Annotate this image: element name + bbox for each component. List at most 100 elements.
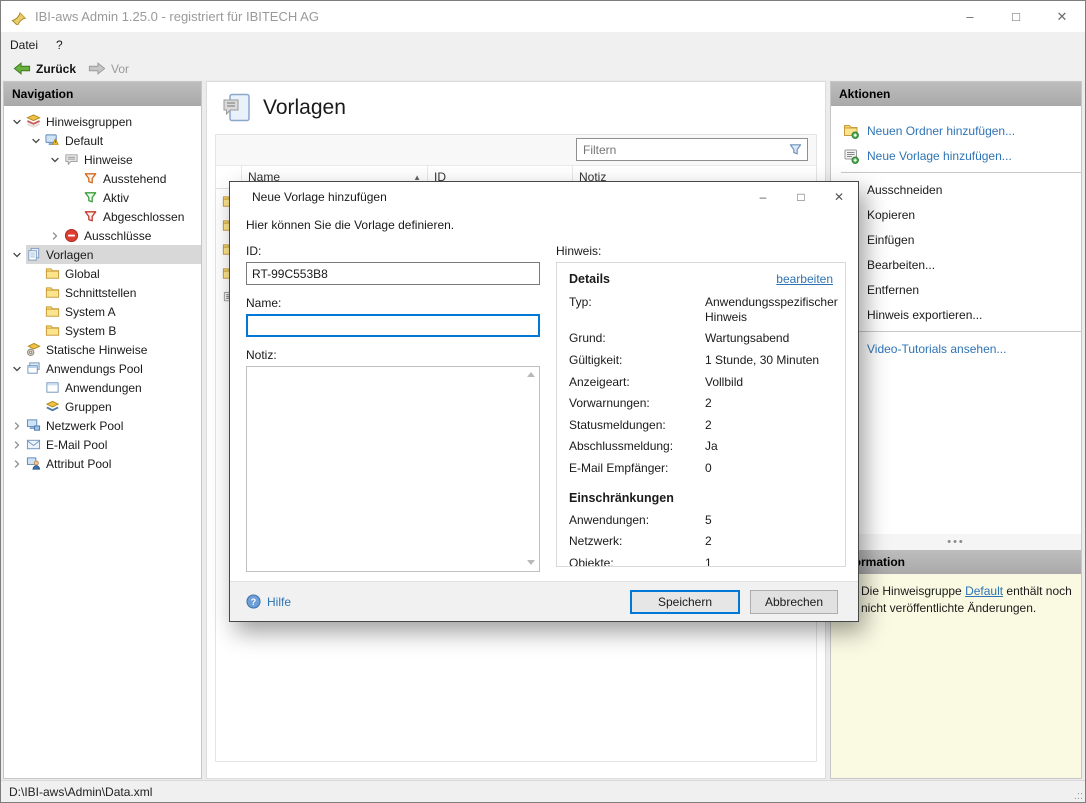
chevron-right-icon[interactable] <box>8 456 26 472</box>
restrictions-heading: Einschränkungen <box>569 491 833 505</box>
filter-orange-icon <box>83 171 98 186</box>
folder-icon <box>45 323 60 338</box>
action-label: Neuen Ordner hinzufügen... <box>867 124 1015 138</box>
actions-separator <box>841 172 1081 173</box>
notiz-field-wrap <box>246 366 540 575</box>
chevron-down-icon[interactable] <box>8 361 26 377</box>
tree-indent <box>65 209 83 225</box>
action-remove[interactable]: Entfernen <box>831 277 1081 302</box>
action-export-hinweis[interactable]: Hinweis exportieren... <box>831 302 1081 327</box>
netzwerk-pool-icon <box>26 418 41 433</box>
status-bar: D:\IBI-aws\Admin\Data.xml .:: <box>1 780 1085 802</box>
anwendungs-pool-icon <box>26 361 41 376</box>
hinweis-details-box: Details bearbeiten Typ:Anwendungsspezifi… <box>556 262 846 567</box>
svg-text:?: ? <box>251 597 256 607</box>
nav-item-system-a[interactable]: System A <box>4 302 201 321</box>
action-label: Ausschneiden <box>867 183 942 197</box>
cancel-button[interactable]: Abbrechen <box>750 590 838 614</box>
action-new-folder[interactable]: Neuen Ordner hinzufügen... <box>831 118 1081 143</box>
tree-indent <box>65 190 83 206</box>
action-paste[interactable]: Einfügen <box>831 227 1081 252</box>
default-group-link[interactable]: Default <box>965 584 1003 598</box>
nav-item-gruppen[interactable]: Gruppen <box>4 397 201 416</box>
dialog-subtitle: Hier können Sie die Vorlage definieren. <box>246 218 454 232</box>
action-label: Hinweis exportieren... <box>867 308 982 322</box>
nav-item-global[interactable]: Global <box>4 264 201 283</box>
id-field[interactable] <box>246 262 540 285</box>
tree-indent <box>27 380 45 396</box>
chevron-right-icon[interactable] <box>8 437 26 453</box>
help-button[interactable]: ? Hilfe <box>246 594 291 609</box>
chevron-down-icon[interactable] <box>8 247 26 263</box>
statische-hinweise-icon <box>26 342 41 357</box>
hinweisgruppen-icon <box>26 114 41 129</box>
chevron-down-icon[interactable] <box>8 114 26 130</box>
hinweis-label: Hinweis: <box>556 244 846 258</box>
nav-item-vorlagen[interactable]: Vorlagen <box>4 245 201 264</box>
nav-item-ausschluesse[interactable]: Ausschlüsse <box>4 226 201 245</box>
detail-value: 2 <box>705 418 838 433</box>
nav-item-default[interactable]: Default <box>4 131 201 150</box>
nav-item-anwendungs-pool[interactable]: Anwendungs Pool <box>4 359 201 378</box>
filter-input[interactable] <box>577 143 788 157</box>
nav-item-label: System A <box>65 305 116 319</box>
menu-datei[interactable]: Datei <box>1 32 47 57</box>
back-button[interactable]: Zurück <box>7 57 82 80</box>
action-video-tutorials[interactable]: Video-Tutorials ansehen... <box>831 336 1081 361</box>
nav-item-schnittstellen[interactable]: Schnittstellen <box>4 283 201 302</box>
anwendungen-icon <box>45 380 60 395</box>
save-button[interactable]: Speichern <box>630 590 740 614</box>
hinweise-icon <box>64 152 79 167</box>
name-field[interactable] <box>246 314 540 337</box>
dialog-controls: – □ ✕ <box>744 182 858 211</box>
minimize-icon[interactable]: – <box>947 1 993 32</box>
chevron-right-icon[interactable] <box>46 228 64 244</box>
gruppen-icon <box>45 399 60 414</box>
dialog-maximize-icon[interactable]: □ <box>782 182 820 211</box>
filter-funnel-icon[interactable] <box>788 142 803 157</box>
maximize-icon[interactable]: □ <box>993 1 1039 32</box>
scroll-down-icon[interactable] <box>527 560 535 565</box>
close-icon[interactable]: ✕ <box>1039 1 1085 32</box>
action-cut[interactable]: Ausschneiden <box>831 177 1081 202</box>
nav-item-email-pool[interactable]: E-Mail Pool <box>4 435 201 454</box>
detail-value: Ja <box>705 439 838 454</box>
detail-label: E-Mail Empfänger: <box>569 461 705 476</box>
actions-header: Aktionen <box>831 82 1081 106</box>
menu-help[interactable]: ? <box>47 32 72 57</box>
help-icon: ? <box>246 594 261 609</box>
filter-red-icon <box>83 209 98 224</box>
resize-grip-icon[interactable]: .:: <box>1074 790 1083 802</box>
nav-item-netzwerk-pool[interactable]: Netzwerk Pool <box>4 416 201 435</box>
chevron-down-icon[interactable] <box>46 152 64 168</box>
panel-splitter[interactable]: ••• <box>831 534 1081 550</box>
action-new-vorlage[interactable]: Neue Vorlage hinzufügen... <box>831 143 1081 168</box>
nav-item-attribut-pool[interactable]: Attribut Pool <box>4 454 201 473</box>
navigation-header: Navigation <box>4 82 201 106</box>
nav-item-anwendungen[interactable]: Anwendungen <box>4 378 201 397</box>
action-label: Video-Tutorials ansehen... <box>867 342 1006 356</box>
detail-value: Vollbild <box>705 375 838 390</box>
scroll-up-icon[interactable] <box>527 372 535 377</box>
detail-label: Anzeigeart: <box>569 375 705 390</box>
dialog-close-icon[interactable]: ✕ <box>820 182 858 211</box>
chevron-down-icon[interactable] <box>27 133 45 149</box>
notiz-field[interactable] <box>246 366 540 572</box>
vorlagen-page-icon <box>221 92 253 124</box>
nav-item-aktiv[interactable]: Aktiv <box>4 188 201 207</box>
nav-item-ausstehend[interactable]: Ausstehend <box>4 169 201 188</box>
forward-button[interactable]: Vor <box>82 57 135 80</box>
new-vorlage-icon <box>843 148 859 164</box>
nav-item-label: Global <box>65 267 100 281</box>
nav-item-abgeschlossen[interactable]: Abgeschlossen <box>4 207 201 226</box>
action-copy[interactable]: Kopieren <box>831 202 1081 227</box>
dialog-minimize-icon[interactable]: – <box>744 182 782 211</box>
nav-item-hinweisgruppen[interactable]: Hinweisgruppen <box>4 112 201 131</box>
chevron-right-icon[interactable] <box>8 418 26 434</box>
nav-item-system-b[interactable]: System B <box>4 321 201 340</box>
detail-value: 2 <box>705 534 833 549</box>
action-edit[interactable]: Bearbeiten... <box>831 252 1081 277</box>
nav-item-hinweise[interactable]: Hinweise <box>4 150 201 169</box>
bearbeiten-link[interactable]: bearbeiten <box>776 272 833 286</box>
nav-item-statische-hinweise[interactable]: Statische Hinweise <box>4 340 201 359</box>
